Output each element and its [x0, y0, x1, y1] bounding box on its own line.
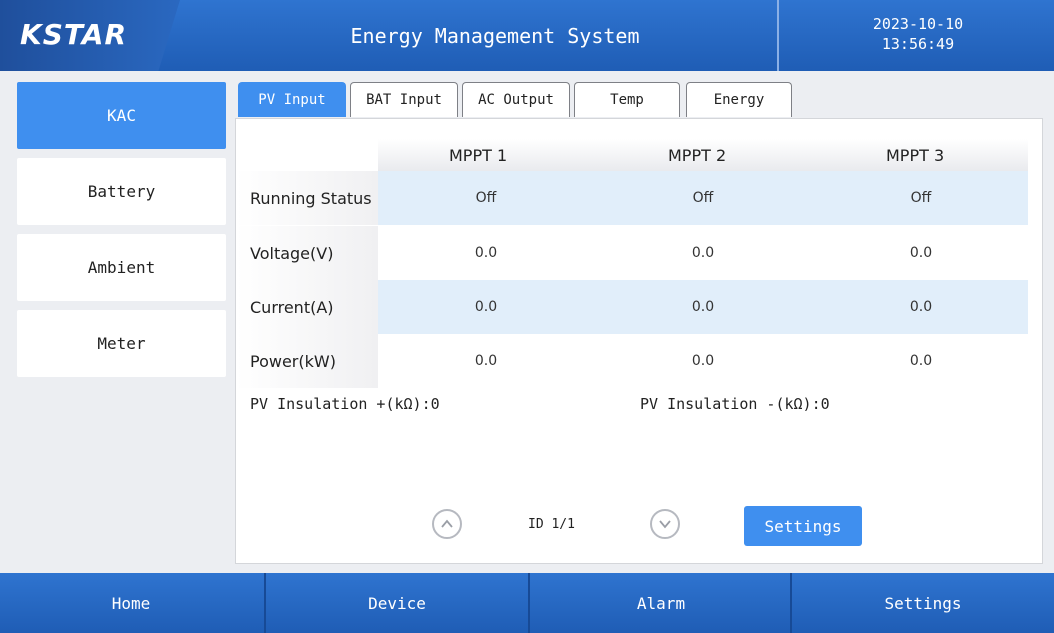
- pv-insulation-positive: PV Insulation +(kΩ):0: [250, 395, 440, 413]
- cell-current-mppt2: 0.0: [691, 299, 715, 315]
- page-up-button[interactable]: [432, 509, 462, 539]
- page-id-label: ID 1/1: [528, 517, 575, 532]
- cell-current-mppt1: 0.0: [474, 299, 498, 315]
- tab-ac-output[interactable]: AC Output: [462, 82, 570, 117]
- tab-pv-input[interactable]: PV Input: [238, 82, 346, 117]
- sidebar-item-battery[interactable]: Battery: [17, 158, 226, 225]
- tab-energy[interactable]: Energy: [686, 82, 792, 117]
- date-text: 2023-10-10: [872, 15, 964, 33]
- time-text: 13:56:49: [881, 35, 955, 53]
- tab-temp[interactable]: Temp: [574, 82, 680, 117]
- sidebar-item-meter[interactable]: Meter: [17, 310, 226, 377]
- sidebar-item-ambient[interactable]: Ambient: [17, 234, 226, 301]
- header-divider: [777, 0, 779, 71]
- cell-voltage-mppt1: 0.0: [474, 245, 498, 261]
- header-bar: KSTAR Energy Management System 2023-10-1…: [0, 0, 1054, 71]
- cell-power-mppt3: 0.0: [909, 353, 933, 369]
- row-label-current: Current(A): [236, 280, 378, 334]
- page-down-button[interactable]: [650, 509, 680, 539]
- row-label-voltage: Voltage(V): [236, 226, 378, 280]
- brand-logo: KSTAR: [20, 18, 128, 51]
- cell-current-mppt3: 0.0: [909, 299, 933, 315]
- bottom-nav: Home Device Alarm Settings: [0, 573, 1054, 633]
- cell-voltage-mppt3: 0.0: [909, 245, 933, 261]
- nav-home[interactable]: Home: [0, 573, 262, 633]
- cell-status-mppt2: Off: [692, 190, 714, 206]
- column-header-mppt1: MPPT 1: [449, 146, 508, 165]
- pv-input-panel: MPPT 1 MPPT 2 MPPT 3 Running Status Off …: [235, 118, 1043, 564]
- cell-power-mppt1: 0.0: [474, 353, 498, 369]
- cell-status-mppt3: Off: [910, 190, 932, 206]
- nav-alarm[interactable]: Alarm: [530, 573, 792, 633]
- pv-insulation-negative: PV Insulation -(kΩ):0: [640, 395, 830, 413]
- chevron-down-icon: [659, 520, 671, 529]
- datetime-display: 2023-10-10 13:56:49: [782, 14, 1054, 54]
- page-title: Energy Management System: [350, 24, 640, 48]
- column-header-mppt2: MPPT 2: [668, 146, 727, 165]
- nav-settings[interactable]: Settings: [792, 573, 1054, 633]
- column-header-mppt3: MPPT 3: [886, 146, 945, 165]
- cell-voltage-mppt2: 0.0: [691, 245, 715, 261]
- cell-status-mppt1: Off: [475, 190, 497, 206]
- settings-button[interactable]: Settings: [744, 506, 862, 546]
- sidebar: KAC Battery Ambient Meter: [17, 82, 226, 386]
- nav-device[interactable]: Device: [266, 573, 528, 633]
- row-label-running-status: Running Status: [236, 171, 378, 225]
- sidebar-item-kac[interactable]: KAC: [17, 82, 226, 149]
- row-label-power: Power(kW): [236, 334, 378, 388]
- tab-bat-input[interactable]: BAT Input: [350, 82, 458, 117]
- chevron-up-icon: [441, 519, 453, 528]
- cell-power-mppt2: 0.0: [691, 353, 715, 369]
